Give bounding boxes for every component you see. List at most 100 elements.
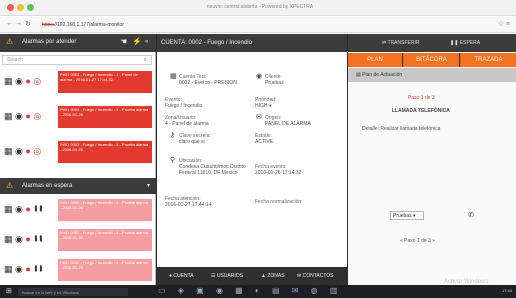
alarm-row-text: P#01 0002 - Fuego / Incendio - 4 - Prueb… xyxy=(58,229,152,251)
building-icon: ▦ xyxy=(4,76,13,86)
windows-taskbar: ⊞ Buscar en la web y en Windows ▭ ◈ ▣ ◉ … xyxy=(0,285,516,298)
action-plan-panel: ⇄ TRANSFERIR ❚❚ ESPERA PLAN BITÁCORA TRA… xyxy=(348,34,516,294)
alarm-sidebar: ⚠ Alarmas por atender ☚ ⚡ « Search ⌕ ▦ ◉… xyxy=(0,34,156,285)
record-icon: ◎ xyxy=(33,76,42,86)
waiting-alarms-title: Alarmas en espera xyxy=(22,183,73,189)
chevron-down-icon: ▾ xyxy=(413,213,416,219)
pause-icon: ❚❚ xyxy=(33,236,44,242)
bolt-icon[interactable]: ⚡ xyxy=(132,37,142,46)
fire-icon: ◉ xyxy=(15,264,23,274)
tab-bitacora[interactable]: BITÁCORA xyxy=(403,53,459,67)
waiting-alarm-row[interactable]: ▦ ◉ ● ❚❚ P#01 0002 - Fuego / Incendio - … xyxy=(0,256,156,284)
alarm-monitor-app: ⚠ Alarmas por atender ☚ ⚡ « Search ⌕ ▦ ◉… xyxy=(0,34,516,294)
origen-field: ✉ Origen: PANEL DE ALARMA xyxy=(256,114,311,127)
next-step-icon[interactable]: » xyxy=(432,238,435,244)
pending-alarm-row[interactable]: ▦ ◉ ● ◎ P#01 0002 - Fuego / Incendio - 4… xyxy=(0,103,156,131)
minimize-window-button[interactable] xyxy=(17,4,24,11)
fire-icon: ◉ xyxy=(15,76,23,86)
prev-step-icon[interactable]: « xyxy=(400,238,403,244)
origin-icon: ✉ xyxy=(256,114,262,121)
account-footer-tabs: ● CUENTA ☰ USUARIOS ▲ ZONAS ✉ CONTACTOS xyxy=(157,267,347,285)
user-circle-icon: ◉ xyxy=(256,73,263,80)
taskbar-search[interactable]: Buscar en la web y en Windows xyxy=(18,288,128,296)
maximize-window-button[interactable] xyxy=(27,4,34,11)
tab-contactos[interactable]: ✉ CONTACTOS xyxy=(297,273,334,279)
users-icon: ☰ xyxy=(211,273,216,279)
hand-icon[interactable]: ☚ xyxy=(120,37,127,46)
window-title: neuvio: central alaterta - Powered by XP… xyxy=(206,4,314,10)
alarm-row-icons: ▦ ◉ ● ❚❚ xyxy=(4,235,43,244)
action-toolbar: ⇄ TRANSFERIR ❚❚ ESPERA xyxy=(348,34,516,52)
taskbar-app-icons[interactable]: ▭ ◈ ▣ ◉ ▦ ◐ ▤ ✉ ◍ ▥ xyxy=(158,286,342,295)
forward-icon[interactable]: → xyxy=(15,20,22,27)
hold-button[interactable]: ❚❚ ESPERA xyxy=(450,40,480,46)
phone-icon[interactable]: ✆ xyxy=(468,211,474,219)
prioridad-field: Prioridad: HIGH ● xyxy=(255,97,277,109)
chevron-down-icon[interactable]: ▾ xyxy=(147,182,150,189)
fire-icon: ◉ xyxy=(15,204,23,214)
alarm-row-text: P#01 0002 - Fuego / Incendio - 4 - Prueb… xyxy=(58,141,152,163)
contacts-icon: ✉ xyxy=(297,273,302,279)
pending-alarms-header: ⚠ Alarmas por atender ☚ ⚡ « xyxy=(0,34,156,52)
pending-alarm-row[interactable]: ▦ ◉ ● ◎ P#01 0002 - Fuego / Incendio - 1… xyxy=(0,68,156,96)
tab-zonas[interactable]: ▲ ZONAS xyxy=(261,273,285,279)
building-icon: ▦ xyxy=(4,234,13,244)
collapse-icon[interactable]: « xyxy=(145,39,148,45)
alarm-row-icons: ▦ ◉ ● ◎ xyxy=(4,147,41,156)
ubicacion-field: ⚲ Ubicación: Condesa Cuauhtémoc Distrito… xyxy=(170,157,246,176)
alarm-row-text: P#01 0002 - Fuego / Incendio - 4 - Prueb… xyxy=(58,199,152,221)
waiting-alarms-header[interactable]: ⚠ Alarmas en espera ▾ xyxy=(0,178,156,194)
cliente-field: ◉ Cliente: Pruebas xyxy=(256,73,284,86)
key-icon: ⚷ xyxy=(170,132,176,139)
reload-icon[interactable]: ↻ xyxy=(25,20,31,28)
alarm-bell-icon: ⚠ xyxy=(6,37,14,46)
alarm-wait-icon: ⚠ xyxy=(6,181,14,190)
close-window-button[interactable] xyxy=(7,4,14,11)
pending-alarm-row[interactable]: ▦ ◉ ● ◎ P#01 0002 - Fuego / Incendio - 4… xyxy=(0,138,156,166)
zona-field: Zona/Usuario: 4 - Panel de alarma xyxy=(165,115,209,127)
tab-trazada[interactable]: TRAZADA xyxy=(460,53,516,67)
search-placeholder: Search xyxy=(7,57,23,63)
alarm-row-icons: ▦ ◉ ● ❚❚ xyxy=(4,265,43,274)
fecha-normalizacion-field: Fecha normalización: xyxy=(255,199,303,205)
status-dot-icon: ● xyxy=(25,234,31,244)
alarm-row-text: P#01 0002 - Fuego / Incendio - 4 - Prueb… xyxy=(58,106,152,128)
alarm-row-text: P#01 0002 - Fuego / Incendio - 1 - Panel… xyxy=(58,71,152,93)
building-icon: ▦ xyxy=(170,73,177,80)
pause-icon: ❚❚ xyxy=(33,266,44,272)
contact-select[interactable]: Pruebas ▾ xyxy=(390,211,424,220)
taskbar-clock: 17:44 xyxy=(501,288,512,293)
evento-field: Evento: Fuego / Incendio xyxy=(165,97,203,109)
transfer-button[interactable]: ⇄ TRANSFERIR xyxy=(382,40,419,46)
search-icon[interactable]: ⌕ xyxy=(144,57,147,64)
tab-usuarios[interactable]: ☰ USUARIOS xyxy=(211,273,243,279)
step-detail: Detalle: Realizar llamada telefónica xyxy=(362,126,441,132)
plan-body: Paso 1 de 3 LLAMADA TELEFÓNICA Detalle: … xyxy=(348,83,516,294)
windows-start-icon[interactable]: ⊞ xyxy=(6,287,12,295)
url-path: //192.168.1.177/alarma-monitor xyxy=(54,22,124,28)
search-input[interactable]: Search ⌕ xyxy=(2,55,152,65)
alarm-row-icons: ▦ ◉ ● ◎ xyxy=(4,112,41,121)
alarm-row-icons: ▦ ◉ ● ❚❚ xyxy=(4,205,43,214)
account-detail-panel: CUENTA: 0002 - Fuego / Incendio ▦ Cuenta… xyxy=(157,34,347,285)
url-field[interactable]: https://192.168.1.177/alarma-monitor xyxy=(42,20,462,30)
tab-cuenta[interactable]: ● CUENTA xyxy=(169,273,194,279)
pause-icon: ❚❚ xyxy=(33,206,44,212)
fire-icon: ◉ xyxy=(15,234,23,244)
building-icon: ▦ xyxy=(4,111,13,121)
back-icon[interactable]: ← xyxy=(6,20,13,27)
cuenta-field: ▦ Cuenta Test 0002 - Evetco - PRESION xyxy=(170,73,237,86)
estado-field: Estado: ACTIVE xyxy=(255,133,274,145)
fecha-evento-field: Fecha evento: 2016-01-26 17:14:32 xyxy=(255,164,302,176)
alarm-row-icons: ▦ ◉ ● ◎ xyxy=(4,77,41,86)
browser-menu-icon[interactable]: ☆ ≡ xyxy=(498,20,510,28)
waiting-alarm-row[interactable]: ▦ ◉ ● ❚❚ P#01 0002 - Fuego / Incendio - … xyxy=(0,196,156,224)
status-dot-icon: ● xyxy=(25,146,31,156)
tab-plan[interactable]: PLAN xyxy=(348,53,402,67)
waiting-alarm-row[interactable]: ▦ ◉ ● ❚❚ P#01 0002 - Fuego / Incendio - … xyxy=(0,226,156,254)
pending-alarms-title: Alarmas por atender xyxy=(22,39,77,45)
tab-icon: ● xyxy=(169,273,173,279)
pause-icon: ❚❚ xyxy=(450,40,459,46)
step-title: Paso 1 de 3 xyxy=(408,95,435,101)
plan-subheader: ▤ Plan de Actuación xyxy=(348,68,516,82)
